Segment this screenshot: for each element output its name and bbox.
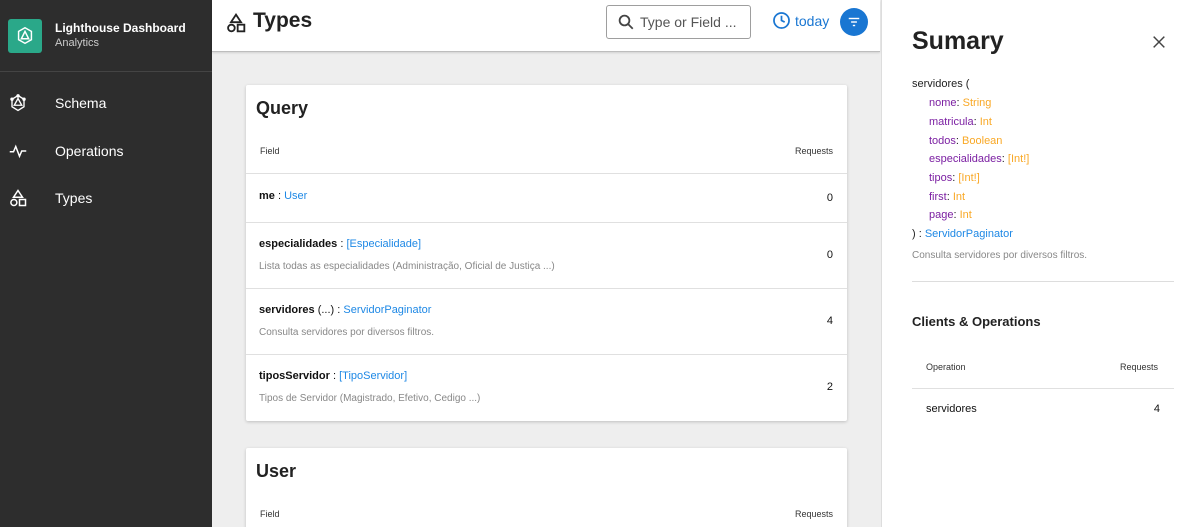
argument-name: first <box>929 191 947 203</box>
card-title: User <box>256 461 297 481</box>
argument-type: String <box>962 97 992 109</box>
page-title: Types <box>253 9 313 32</box>
argument: matricula: Int <box>929 116 992 128</box>
argument-type: Int <box>952 191 966 203</box>
argument-type: Boolean <box>962 135 1003 147</box>
argument: todos: Boolean <box>929 135 1003 147</box>
table-row[interactable]: tiposServidor : [TipoServidor] Tipos de … <box>246 354 847 421</box>
argument: tipos: [Int!] <box>929 172 980 184</box>
signature-tail: ) : ServidorPaginator <box>912 228 1013 240</box>
field-signature: servidores (...) : ServidorPaginator <box>259 304 431 316</box>
schema-icon <box>10 94 26 112</box>
field-name: servidores <box>259 304 315 316</box>
filter-icon <box>848 17 860 27</box>
sidebar: Lighthouse Dashboard Analytics Schema Op… <box>0 0 212 527</box>
clients-operations-title: Clients & Operations <box>912 314 1041 329</box>
field-type-link[interactable]: [Especialidade] <box>346 238 421 250</box>
argument: especialidades: [Int!] <box>929 153 1030 165</box>
search-box <box>606 5 751 39</box>
operation-name: servidores <box>926 403 977 415</box>
column-header-field: Field <box>260 146 280 156</box>
argument-type: Int <box>979 116 992 128</box>
summary-field-name: servidores <box>912 78 963 90</box>
field-separator: : <box>329 370 340 382</box>
divider <box>912 281 1174 282</box>
open-paren: ( <box>962 78 970 90</box>
close-paren: ) : <box>912 228 925 240</box>
sidebar-item-label: Schema <box>55 95 107 111</box>
field-type-link[interactable]: [TipoServidor] <box>339 370 407 382</box>
field-separator: : <box>334 304 344 316</box>
argument-name: especialidades <box>929 153 1002 165</box>
argument: nome: String <box>929 97 992 109</box>
field-name: me <box>259 190 275 202</box>
brand: Lighthouse Dashboard Analytics <box>0 0 212 72</box>
lighthouse-logo-icon <box>8 18 42 53</box>
sidebar-item-schema[interactable]: Schema <box>0 83 212 123</box>
table-row[interactable]: me : User 0 <box>246 173 847 222</box>
type-card-user: User Field Requests <box>246 448 847 527</box>
sidebar-item-label: Types <box>55 190 93 206</box>
field-type-link[interactable]: ServidorPaginator <box>343 304 431 316</box>
column-header-requests: Requests <box>794 509 833 519</box>
date-range-button[interactable]: today <box>772 11 829 30</box>
pulse-icon <box>9 144 27 159</box>
request-count: 4 <box>1153 403 1160 415</box>
argument-type: [Int!] <box>1007 153 1030 165</box>
search-icon <box>618 14 634 30</box>
clock-icon <box>773 12 790 29</box>
sidebar-item-operations[interactable]: Operations <box>0 131 212 171</box>
column-header-operation: Operation <box>926 362 966 372</box>
sidebar-item-label: Operations <box>55 143 124 159</box>
top-bar: Types today <box>212 0 880 52</box>
argument-type: [Int!] <box>958 172 980 184</box>
argument: first: Int <box>929 191 966 203</box>
field-signature: me : User <box>259 190 307 202</box>
filter-button[interactable] <box>840 8 868 36</box>
argument: page: Int <box>929 209 972 221</box>
argument-name: tipos <box>929 172 953 184</box>
field-description: Consulta servidores por diversos filtros… <box>259 327 435 338</box>
request-count: 4 <box>826 315 833 327</box>
field-args: (...) <box>314 304 335 316</box>
panel-title: Sumary <box>912 27 1004 55</box>
operation-row[interactable]: servidores 4 <box>912 388 1174 428</box>
field-description: Lista todas as especialidades (Administr… <box>259 261 555 272</box>
column-header-requests: Requests <box>794 146 833 156</box>
sidebar-item-types[interactable]: Types <box>0 178 212 218</box>
argument-name: matricula <box>929 116 974 128</box>
brand-title: Lighthouse Dashboard <box>55 20 186 35</box>
brand-subtitle: Analytics <box>55 36 100 49</box>
argument-name: todos <box>929 135 956 147</box>
column-header-requests: Requests <box>1120 362 1159 372</box>
date-range-label: today <box>795 12 830 29</box>
field-signature: tiposServidor : [TipoServidor] <box>259 370 407 382</box>
table-row[interactable]: especialidades : [Especialidade] Lista t… <box>246 222 847 288</box>
field-name: especialidades <box>259 238 338 250</box>
shapes-icon <box>227 13 246 33</box>
request-count: 0 <box>826 249 833 261</box>
card-title: Query <box>256 98 309 118</box>
request-count: 0 <box>826 192 833 204</box>
field-separator: : <box>274 190 285 202</box>
field-description: Tipos de Servidor (Magistrado, Efetivo, … <box>259 393 481 404</box>
shapes-icon <box>10 189 27 207</box>
summary-panel: Sumary servidores ( nome: String matricu… <box>881 0 1200 527</box>
request-count: 2 <box>826 381 833 393</box>
field-signature: especialidades : [Especialidade] <box>259 238 421 250</box>
search-input[interactable] <box>640 12 746 32</box>
table-row[interactable]: servidores (...) : ServidorPaginator Con… <box>246 288 847 354</box>
argument-name: page <box>929 209 954 221</box>
close-icon[interactable] <box>1151 34 1167 50</box>
argument-type: Int <box>959 209 972 221</box>
signature-head: servidores ( <box>912 78 969 90</box>
type-card-query: Query Field Requests me : User 0 especia… <box>246 85 847 421</box>
field-name: tiposServidor <box>259 370 330 382</box>
return-type-link[interactable]: ServidorPaginator <box>925 228 1013 240</box>
argument-name: nome <box>929 97 957 109</box>
column-header-field: Field <box>260 509 280 519</box>
summary-description: Consulta servidores por diversos filtros… <box>912 250 1088 261</box>
field-type-link[interactable]: User <box>284 190 307 202</box>
